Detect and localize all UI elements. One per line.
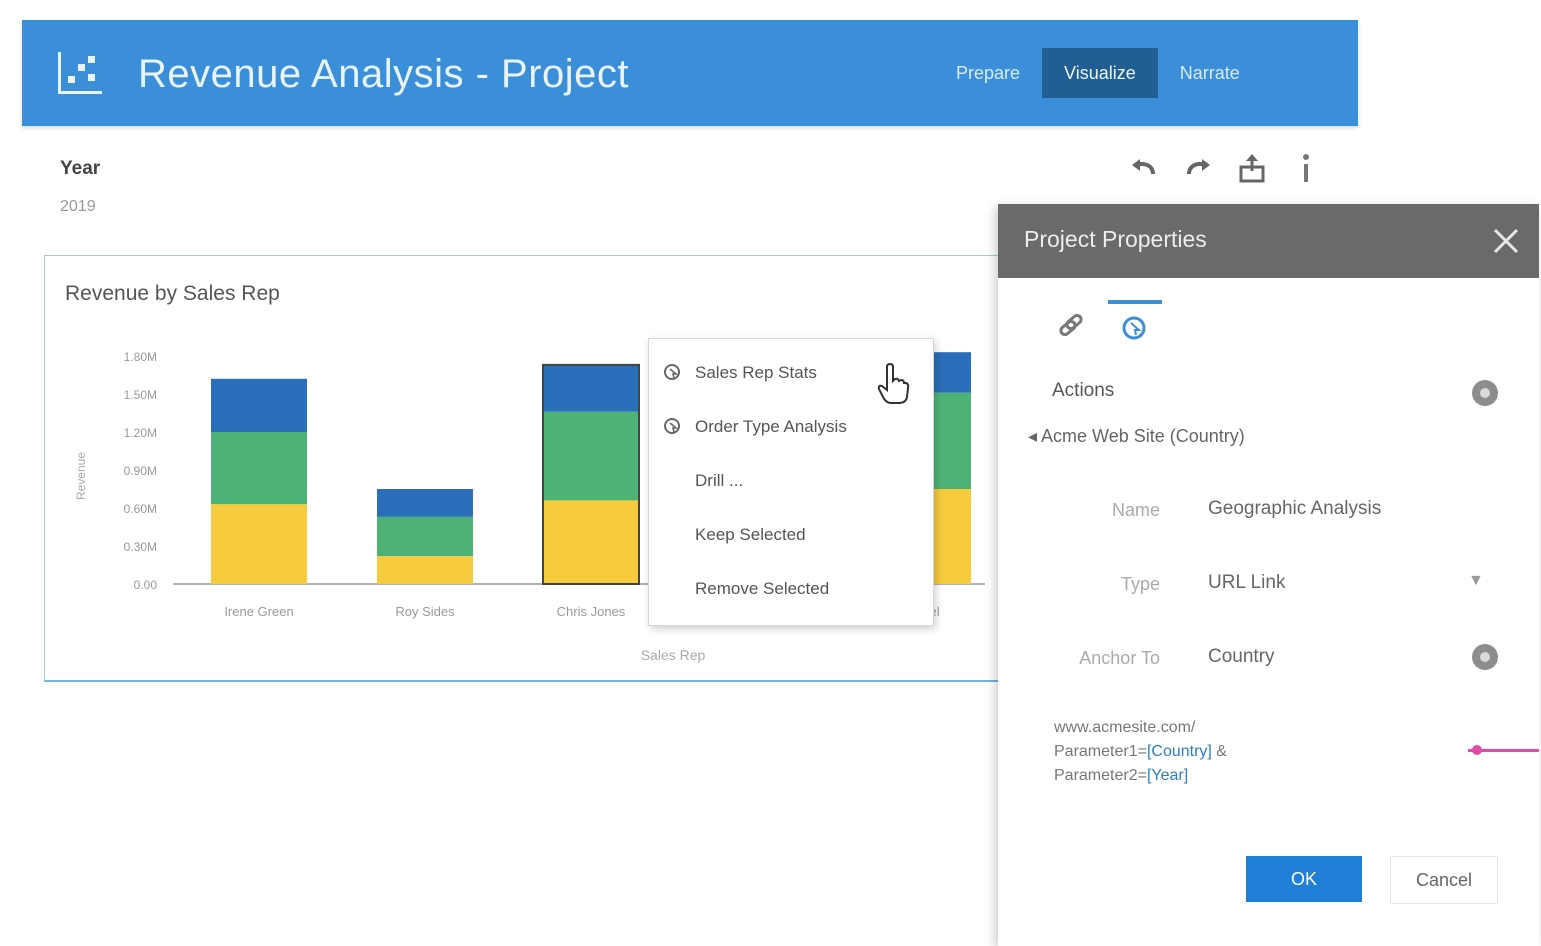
actions-section-title: Actions	[1052, 380, 1115, 401]
main-nav: Prepare Visualize Narrate	[934, 48, 1262, 98]
menu-item-drill[interactable]: Drill ...	[649, 461, 933, 501]
x-axis-label: Sales Rep	[641, 647, 706, 663]
tab-visualize[interactable]: Visualize	[1042, 48, 1158, 98]
redo-icon[interactable]	[1180, 150, 1216, 186]
tab-prepare[interactable]: Prepare	[934, 48, 1042, 98]
url-line-parameter2: Parameter2=[Year]	[1054, 767, 1189, 784]
export-icon[interactable]	[1234, 150, 1270, 186]
bar-segment[interactable]	[211, 432, 307, 505]
url-line-parameter1: Parameter1=[Country] &	[1054, 743, 1227, 760]
link-icon	[1059, 313, 1083, 337]
name-field[interactable]: Geographic Analysis	[1208, 498, 1381, 520]
menu-item-label: Keep Selected	[695, 525, 806, 544]
context-menu: Sales Rep Stats Order Type Analysis Dril…	[648, 338, 934, 626]
project-properties-dialog: Project Properties Actions ◂ Acme Web Si…	[998, 204, 1539, 946]
y-tick-label: 0.90M	[124, 464, 157, 478]
app-header: Revenue Analysis - Project Prepare Visua…	[22, 20, 1358, 126]
menu-item-order-type-analysis[interactable]: Order Type Analysis	[649, 407, 933, 447]
url-param-token: [Year]	[1146, 767, 1189, 784]
y-tick-label: 0.60M	[124, 502, 157, 516]
y-axis-label: Revenue	[74, 452, 88, 500]
annotation-arrow-head	[1472, 745, 1482, 755]
more-icon[interactable]	[1288, 150, 1324, 186]
x-tick-label: Irene Green	[224, 604, 293, 619]
action-list-item[interactable]: ◂ Acme Web Site (Country)	[1028, 426, 1245, 447]
bar-segment[interactable]	[543, 411, 639, 501]
dialog-titlebar: Project Properties	[998, 204, 1539, 278]
y-tick-label: 0.00	[134, 578, 158, 592]
y-tick-label: 1.50M	[124, 388, 157, 402]
menu-item-label: Sales Rep Stats	[695, 363, 817, 382]
action-link-icon	[664, 418, 680, 434]
chevron-down-icon[interactable]: ▼	[1468, 572, 1484, 590]
cancel-button[interactable]: Cancel	[1390, 856, 1498, 904]
bar-segment[interactable]	[543, 500, 639, 584]
bar-segment[interactable]	[377, 556, 473, 584]
anchor-to-label: Anchor To	[1079, 648, 1160, 668]
type-select[interactable]: URL Link	[1208, 572, 1285, 594]
canvas-toolbar	[1126, 150, 1324, 186]
menu-item-keep-selected[interactable]: Keep Selected	[649, 515, 933, 555]
y-tick-label: 1.20M	[124, 426, 157, 440]
undo-icon[interactable]	[1126, 150, 1162, 186]
menu-item-remove-selected[interactable]: Remove Selected	[649, 569, 933, 609]
menu-item-label: Order Type Analysis	[695, 417, 847, 436]
tab-data-actions[interactable]	[1046, 300, 1100, 346]
x-tick-label: Roy Sides	[395, 604, 455, 619]
y-tick-label: 1.80M	[124, 350, 157, 364]
menu-item-label: Drill ...	[695, 471, 744, 490]
anchor-to-field[interactable]: Country	[1208, 646, 1275, 668]
action-item-label: Acme Web Site (Country)	[1041, 426, 1245, 446]
project-title: Revenue Analysis - Project	[138, 52, 630, 96]
add-action-button[interactable]	[1472, 380, 1498, 406]
year-filter-value[interactable]: 2019	[60, 198, 96, 216]
bar-segment[interactable]	[377, 516, 473, 557]
year-filter-label[interactable]: Year	[60, 158, 100, 180]
y-tick-label: 0.30M	[124, 540, 157, 554]
name-label: Name	[1111, 500, 1160, 520]
action-icon	[1122, 316, 1146, 340]
anchor-to-options-button[interactable]	[1472, 644, 1498, 670]
action-link-icon	[664, 364, 680, 380]
tab-actions[interactable]	[1108, 300, 1162, 346]
bar-segment[interactable]	[543, 364, 639, 412]
bar-segment[interactable]	[211, 378, 307, 432]
url-param-token: [Country]	[1146, 743, 1212, 760]
dialog-title: Project Properties	[1024, 226, 1207, 252]
url-prefix: www.acmesite.com/	[1054, 719, 1196, 736]
bar-segment[interactable]	[211, 504, 307, 584]
dashboard-icon[interactable]	[56, 48, 106, 98]
x-tick-label: Chris Jones	[557, 604, 626, 619]
close-icon[interactable]	[1487, 222, 1525, 260]
url-field[interactable]: www.acmesite.com/ Parameter1=[Country] &…	[1054, 716, 1354, 788]
bar-segment[interactable]	[377, 489, 473, 517]
tab-narrate[interactable]: Narrate	[1158, 48, 1262, 98]
hand-cursor-icon	[877, 363, 910, 404]
ok-button[interactable]: OK	[1246, 856, 1362, 902]
type-label: Type	[1120, 574, 1160, 594]
collapse-icon[interactable]: ◂	[1028, 426, 1041, 446]
menu-item-label: Remove Selected	[695, 579, 830, 598]
